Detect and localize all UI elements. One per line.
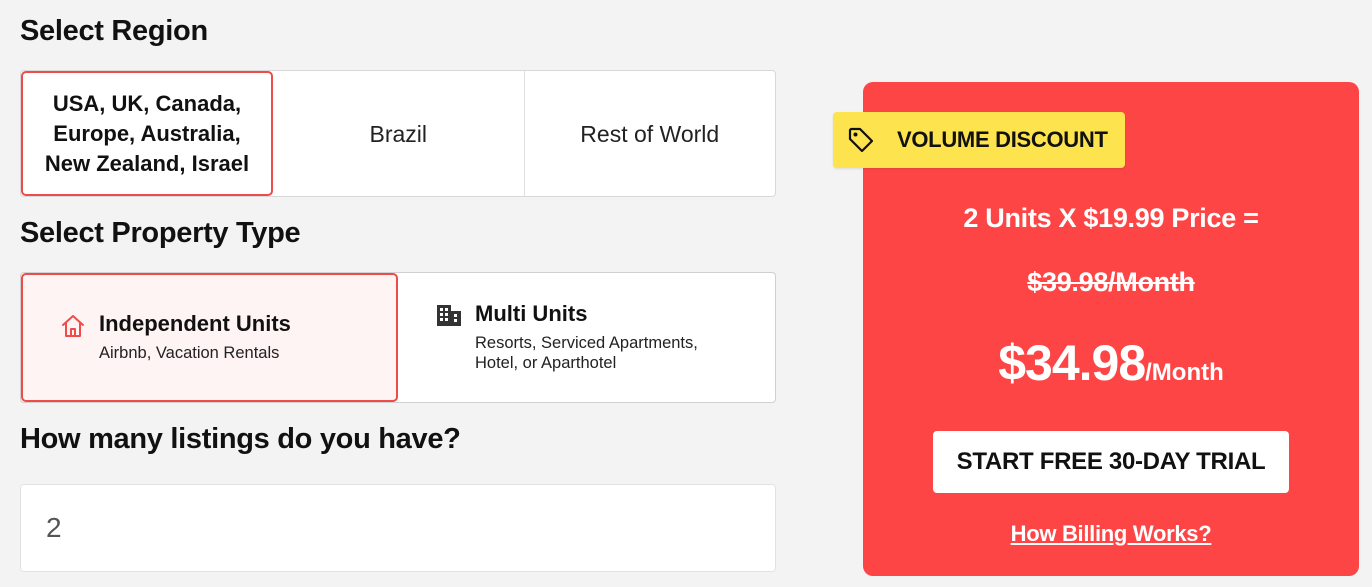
property-type-title: Multi Units	[475, 301, 588, 326]
house-icon	[60, 313, 86, 344]
listings-count-input[interactable]: 2	[20, 484, 776, 572]
price-calculation: 2 Units X $19.99 Price =	[963, 203, 1259, 233]
discounted-period: /Month	[1145, 359, 1224, 386]
select-region-heading: Select Region	[20, 15, 208, 47]
property-type-multi-units[interactable]: Multi Units Resorts, Serviced Apartments…	[398, 273, 775, 402]
discounted-amount: $34.98	[998, 335, 1146, 391]
discounted-price: $34.98/Month	[863, 334, 1359, 392]
select-property-type-heading: Select Property Type	[20, 217, 301, 249]
building-icon	[436, 303, 462, 332]
how-billing-works-link[interactable]: How Billing Works?	[863, 521, 1359, 547]
region-option-rest-of-world[interactable]: Rest of World	[523, 71, 776, 196]
property-type-independent-units[interactable]: Independent Units Airbnb, Vacation Renta…	[21, 273, 398, 402]
property-type-title: Independent Units	[99, 311, 291, 336]
property-type-selector: Independent Units Airbnb, Vacation Renta…	[20, 272, 776, 403]
badge-label: VOLUME DISCOUNT	[897, 127, 1108, 152]
region-option-brazil[interactable]: Brazil	[273, 71, 524, 196]
listings-count-heading: How many listings do you have?	[20, 423, 461, 455]
volume-discount-badge: VOLUME DISCOUNT	[833, 112, 1125, 168]
original-price: $39.98/Month	[1027, 267, 1195, 297]
region-selector: USA, UK, Canada, Europe, Australia, New …	[20, 70, 776, 197]
start-free-trial-button[interactable]: START FREE 30-DAY TRIAL	[933, 431, 1289, 493]
property-type-subtitle: Resorts, Serviced Apartments, Hotel, or …	[475, 334, 698, 372]
tag-icon	[847, 125, 877, 155]
region-option-usa-uk[interactable]: USA, UK, Canada, Europe, Australia, New …	[21, 71, 273, 196]
property-type-subtitle: Airbnb, Vacation Rentals	[99, 344, 280, 362]
